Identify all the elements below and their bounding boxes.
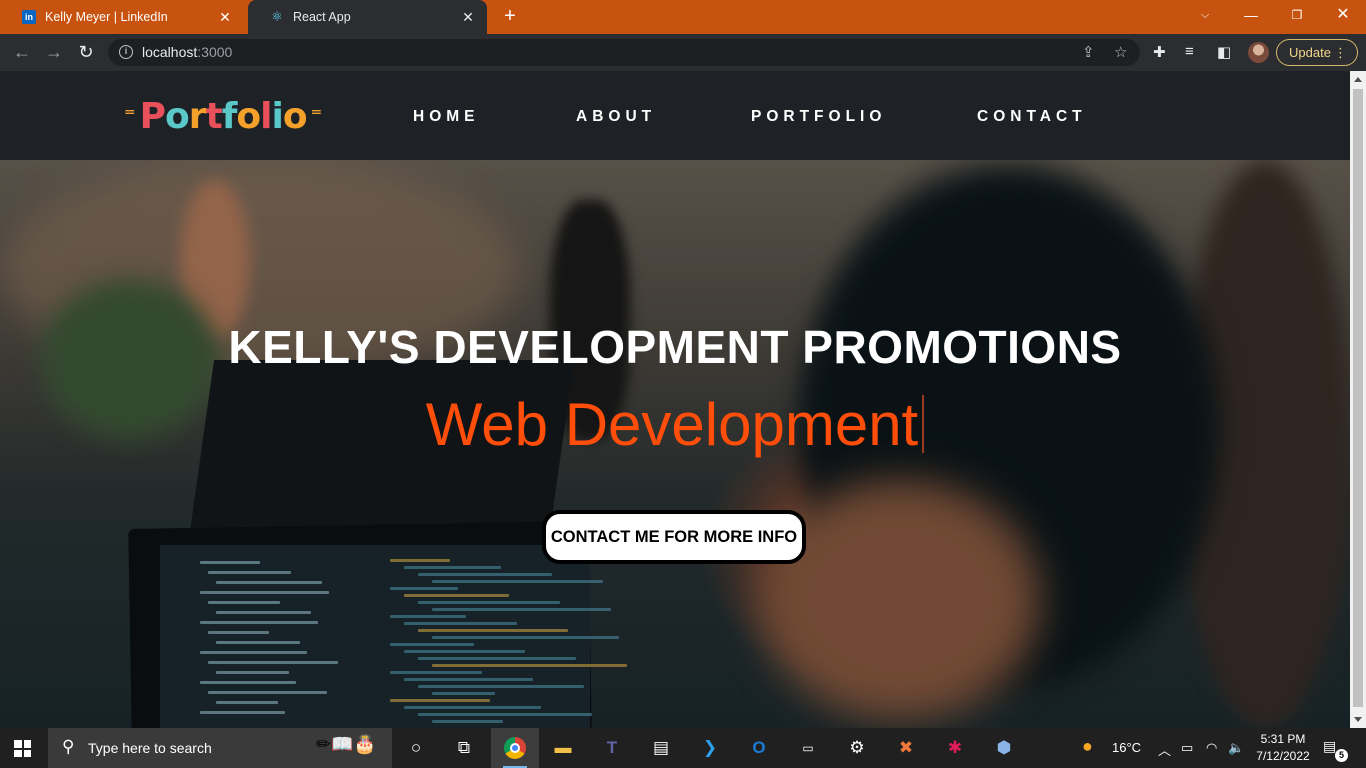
portfolio-logo[interactable]: ⁼ Portfolio ⁼ bbox=[124, 93, 322, 139]
scroll-down-arrow[interactable] bbox=[1354, 717, 1362, 722]
minimize-button[interactable]: — bbox=[1228, 0, 1274, 32]
file-explorer-icon[interactable]: ▬ bbox=[550, 735, 576, 761]
virtualbox-icon[interactable]: ⬢ bbox=[991, 735, 1017, 761]
windows-start-icon[interactable] bbox=[14, 740, 31, 757]
nav-about[interactable]: ABOUT bbox=[576, 108, 656, 126]
extensions-icon[interactable]: ✚ bbox=[1153, 43, 1166, 61]
chrome-icon[interactable] bbox=[502, 735, 528, 761]
notification-center-icon[interactable]: ▤ 5 bbox=[1323, 738, 1348, 762]
contact-me-button[interactable]: CONTACT ME FOR MORE INFO bbox=[542, 510, 806, 564]
close-window-button[interactable]: ✕ bbox=[1320, 0, 1366, 32]
typing-caret bbox=[922, 395, 925, 453]
scrollbar-thumb[interactable] bbox=[1353, 89, 1363, 707]
notification-count-badge: 5 bbox=[1335, 749, 1348, 762]
hero-typed-text: Web Development bbox=[0, 390, 1350, 459]
site-navbar: ⁼ Portfolio ⁼ HOME ABOUT PORTFOLIO CONTA… bbox=[0, 71, 1350, 160]
browser-toolbar: ← → ↻ i localhost:3000 ⇪ ☆ ✚ ≡ ◧ Update ⋮ bbox=[0, 34, 1366, 71]
settings-gear-icon[interactable]: ⚙ bbox=[844, 735, 870, 761]
close-tab-icon[interactable]: ✕ bbox=[459, 9, 477, 26]
page-scrollbar[interactable] bbox=[1350, 71, 1366, 728]
show-hidden-icons-icon[interactable]: ︿ bbox=[1158, 740, 1171, 759]
linkedin-icon: in bbox=[22, 10, 36, 24]
react-icon: ⚛ bbox=[271, 9, 283, 24]
tab-linkedin[interactable]: in Kelly Meyer | LinkedIn ✕ bbox=[0, 0, 244, 34]
cortana-icon[interactable]: ○ bbox=[403, 735, 429, 761]
forward-icon[interactable]: → bbox=[42, 41, 66, 63]
battery-icon[interactable]: ▭ bbox=[1181, 740, 1193, 756]
reload-icon[interactable]: ↻ bbox=[74, 41, 98, 63]
share-icon[interactable]: ⇪ bbox=[1082, 43, 1095, 61]
bookmark-star-icon[interactable]: ☆ bbox=[1114, 43, 1127, 61]
search-icon: ⚲ bbox=[62, 737, 75, 756]
back-icon[interactable]: ← bbox=[10, 41, 34, 63]
volume-icon[interactable]: 🔈 bbox=[1228, 740, 1244, 756]
site-info-icon[interactable]: i bbox=[119, 45, 133, 59]
taskbar-clock[interactable]: 5:31 PM 7/12/2022 bbox=[1254, 731, 1312, 765]
close-tab-icon[interactable]: ✕ bbox=[216, 9, 234, 26]
update-button[interactable]: Update ⋮ bbox=[1276, 39, 1358, 66]
url-text[interactable]: localhost:3000 bbox=[142, 44, 232, 60]
tab-search-icon[interactable]: ⌵ bbox=[1182, 0, 1228, 32]
page-viewport: ⁼ Portfolio ⁼ HOME ABOUT PORTFOLIO CONTA… bbox=[0, 71, 1350, 728]
taskbar-search[interactable]: ⚲ Type here to search ✏📖🎂 bbox=[48, 728, 392, 768]
media-control-icon[interactable]: ≡ bbox=[1185, 43, 1194, 60]
wifi-icon[interactable]: ◠ bbox=[1206, 740, 1217, 756]
restore-button[interactable]: ❐ bbox=[1274, 0, 1320, 32]
windows-taskbar: ⚲ Type here to search ✏📖🎂 ○ ⧉ ▬ T ▤ ❯ O … bbox=[0, 728, 1366, 768]
hero-title: KELLY'S DEVELOPMENT PROMOTIONS bbox=[228, 321, 1122, 373]
address-bar[interactable]: i localhost:3000 ⇪ ☆ bbox=[108, 39, 1140, 66]
news-icon[interactable]: ▤ bbox=[648, 735, 674, 761]
vscode-icon[interactable]: ❯ bbox=[697, 735, 723, 761]
weather-temperature[interactable]: 16°C bbox=[1112, 740, 1141, 755]
new-tab-button[interactable]: + bbox=[499, 5, 521, 27]
xampp-icon[interactable]: ✖ bbox=[893, 735, 919, 761]
logo-ray-left: ⁼ bbox=[124, 103, 136, 128]
search-highlight-icon: ✏📖🎂 bbox=[316, 734, 376, 754]
clock-time: 5:31 PM bbox=[1260, 732, 1306, 746]
nav-portfolio[interactable]: PORTFOLIO bbox=[751, 108, 886, 126]
outlook-icon[interactable]: O bbox=[746, 735, 772, 761]
nav-home[interactable]: HOME bbox=[413, 108, 480, 126]
side-panel-icon[interactable]: ◧ bbox=[1217, 43, 1231, 61]
scroll-up-arrow[interactable] bbox=[1354, 77, 1362, 82]
search-placeholder: Type here to search bbox=[88, 740, 212, 756]
teams-icon[interactable]: T bbox=[599, 735, 625, 761]
tab-react-app[interactable]: ⚛ React App ✕ bbox=[248, 0, 487, 34]
logo-text: Portfolio bbox=[139, 95, 308, 137]
profile-avatar[interactable] bbox=[1248, 42, 1269, 63]
tab-title: React App bbox=[293, 10, 351, 24]
task-view-icon[interactable]: ⧉ bbox=[451, 735, 477, 761]
hero-section: KELLY'S DEVELOPMENT PROMOTIONS Web Devel… bbox=[0, 160, 1350, 728]
menu-dots-icon: ⋮ bbox=[1334, 45, 1347, 60]
weather-sun-icon[interactable]: ● bbox=[1082, 736, 1093, 757]
logo-ray-right: ⁼ bbox=[310, 103, 323, 128]
tab-title: Kelly Meyer | LinkedIn bbox=[45, 10, 168, 24]
browser-tab-bar: in Kelly Meyer | LinkedIn ✕ ⚛ React App … bbox=[0, 0, 1366, 34]
nav-contact[interactable]: CONTACT bbox=[977, 108, 1087, 126]
clock-date: 7/12/2022 bbox=[1256, 749, 1310, 763]
terminal-icon[interactable]: ▭ bbox=[795, 735, 821, 761]
slack-icon[interactable]: ✱ bbox=[942, 735, 968, 761]
